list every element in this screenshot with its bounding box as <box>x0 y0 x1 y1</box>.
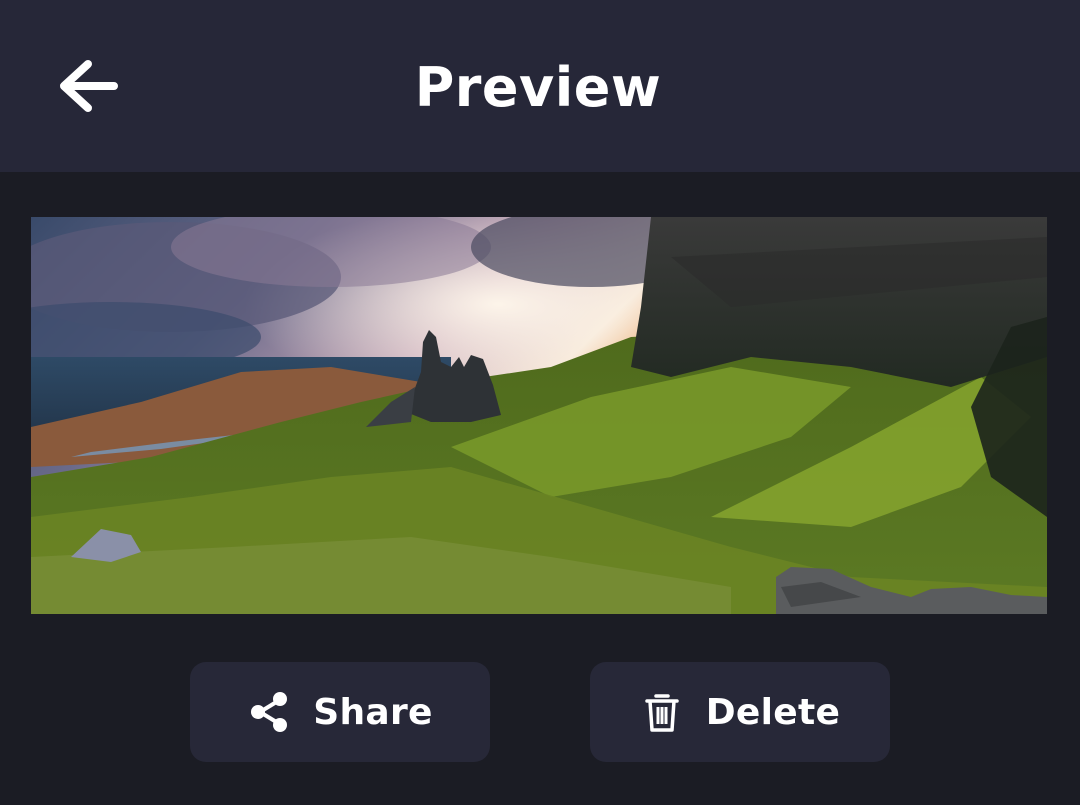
page-title: Preview <box>414 56 662 119</box>
share-label: Share <box>313 691 433 733</box>
share-button[interactable]: Share <box>190 662 490 762</box>
share-icon <box>247 690 291 734</box>
image-preview <box>31 217 1047 614</box>
app-header: Preview <box>0 0 1080 172</box>
trash-icon <box>640 690 684 734</box>
landscape-photo <box>31 217 1047 614</box>
preview-screen: Preview Share Delete <box>0 0 1080 805</box>
delete-button[interactable]: Delete <box>590 662 890 762</box>
delete-label: Delete <box>705 691 841 733</box>
